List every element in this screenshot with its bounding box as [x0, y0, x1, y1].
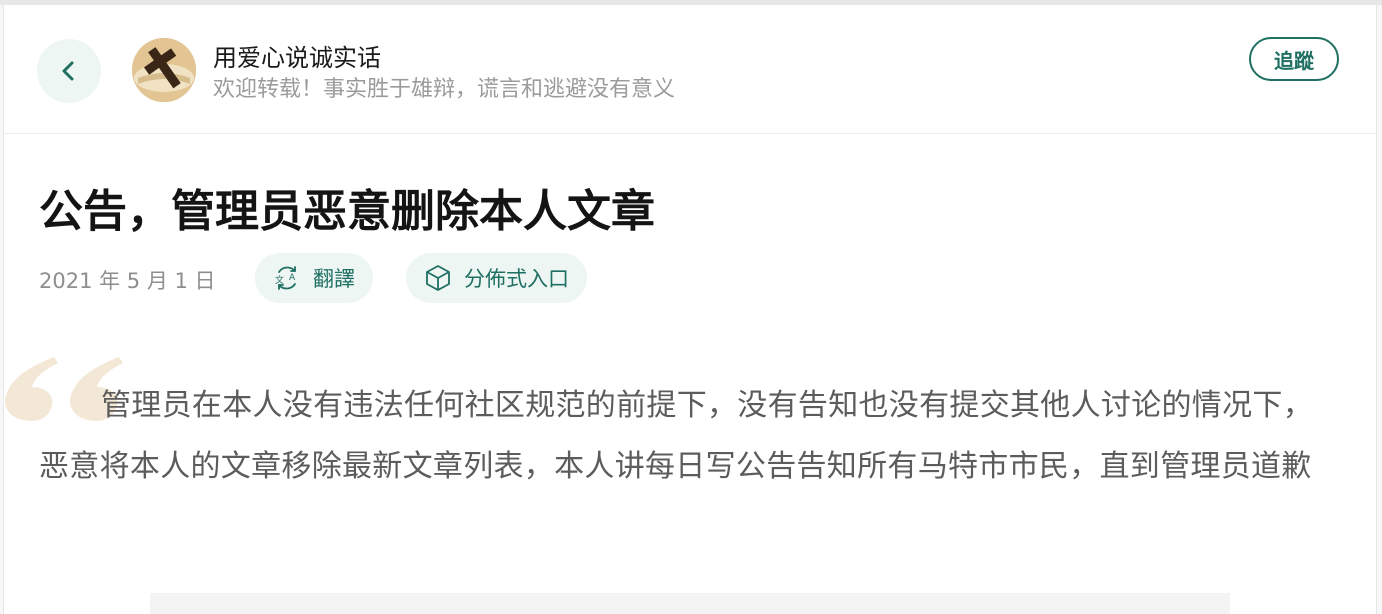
author-bio: 欢迎转载！事实胜于雄辩，谎言和逃避没有意义: [213, 77, 676, 102]
author-header: 用爱心说诚实话 欢迎转载！事实胜于雄辩，谎言和逃避没有意义 追蹤: [4, 5, 1376, 134]
author-name[interactable]: 用爱心说诚实话: [213, 38, 381, 73]
quote-paragraph: 管理员在本人没有违法任何社区规范的前提下，没有告知也没有提交其他人讨论的情况下，…: [39, 388, 1313, 484]
cube-icon: [422, 262, 454, 294]
chevron-left-icon: [62, 61, 74, 81]
cross-book-avatar-icon: [132, 38, 196, 102]
svg-text:文: 文: [275, 274, 284, 286]
article-card: 用爱心说诚实话 欢迎转载！事实胜于雄辩，谎言和逃避没有意义 追蹤 公告，管理员恶…: [3, 5, 1377, 614]
back-button[interactable]: [37, 39, 101, 103]
svg-text:A: A: [289, 273, 296, 283]
publish-date: 2021 年 5 月 1 日: [39, 269, 216, 293]
translate-icon: 文 A: [271, 262, 303, 294]
embedded-content: [150, 593, 1230, 614]
follow-button[interactable]: 追蹤: [1249, 37, 1339, 81]
article-title: 公告，管理员恶意删除本人文章: [39, 186, 655, 237]
distributed-label: 分佈式入口: [464, 267, 569, 291]
translate-button[interactable]: 文 A 翻譯: [255, 253, 373, 303]
translate-label: 翻譯: [313, 267, 355, 291]
distributed-entry-button[interactable]: 分佈式入口: [406, 253, 587, 303]
avatar[interactable]: [132, 38, 196, 102]
